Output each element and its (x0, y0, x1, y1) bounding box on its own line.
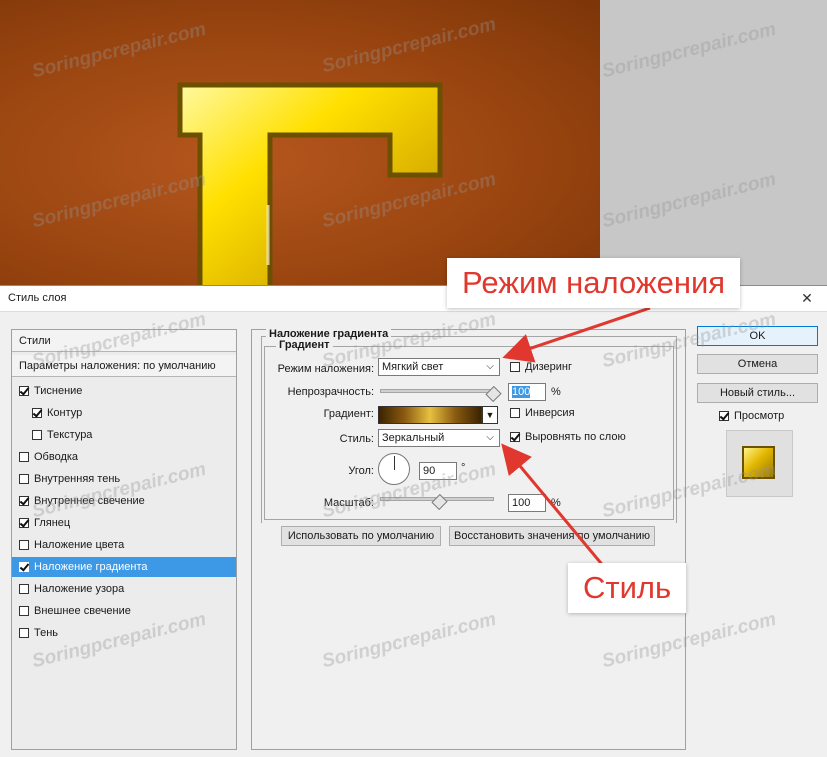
style-item[interactable]: Обводка (12, 447, 236, 467)
preview-label: Просмотр (734, 410, 785, 422)
style-item-checkbox[interactable] (19, 584, 29, 594)
style-item-label: Тень (34, 627, 59, 639)
blend-mode-label: Режим наложения: (277, 363, 374, 375)
blend-mode-callout: Режим наложения (447, 258, 741, 308)
styles-list: Стили Параметры наложения: по умолчанию … (11, 329, 237, 750)
opacity-unit: % (551, 386, 561, 398)
style-item[interactable]: Тиснение (12, 381, 236, 401)
gradient-swatch[interactable] (378, 406, 482, 424)
cancel-button[interactable]: Отмена (697, 354, 818, 374)
style-item-checkbox[interactable] (19, 474, 29, 484)
gold-letter-image (177, 82, 443, 290)
dither-checkbox[interactable]: Дизеринг (510, 361, 572, 373)
align-check[interactable] (510, 432, 520, 442)
style-item[interactable]: Наложение узора (12, 579, 236, 599)
style-item-checkbox[interactable] (19, 628, 29, 638)
style-item-checkbox[interactable] (19, 496, 29, 506)
gradient-picker-icon[interactable]: ▼ (482, 406, 498, 424)
style-select[interactable]: Зеркальный ⌵ (378, 429, 500, 447)
style-item-checkbox[interactable] (19, 606, 29, 616)
style-item-checkbox[interactable] (19, 518, 29, 528)
style-item-label: Наложение градиента (34, 561, 148, 573)
style-item-label: Контур (47, 407, 83, 419)
style-item-checkbox[interactable] (32, 408, 42, 418)
style-item-label: Наложение узора (34, 583, 125, 595)
style-item-checkbox[interactable] (19, 540, 29, 550)
style-item[interactable]: Наложение градиента (12, 557, 236, 577)
preview-checkbox[interactable]: Просмотр (719, 410, 784, 422)
style-label: Стиль: (339, 433, 374, 445)
style-item-checkbox[interactable] (19, 562, 29, 572)
style-item-label: Тиснение (34, 385, 83, 397)
group-title: Градиент (276, 339, 333, 351)
align-with-layer-checkbox[interactable]: Выровнять по слою (510, 431, 626, 443)
reset-default-button[interactable]: Восстановить значения по умолчанию (449, 526, 655, 546)
document-canvas (0, 0, 600, 290)
style-item[interactable]: Внешнее свечение (12, 601, 236, 621)
style-item-label: Внутренняя тень (34, 473, 121, 485)
style-callout: Стиль (568, 563, 687, 613)
dither-check[interactable] (510, 362, 520, 372)
reverse-label: Инверсия (525, 407, 575, 419)
scale-unit: % (551, 497, 561, 509)
style-item-checkbox[interactable] (19, 452, 29, 462)
style-item[interactable]: Глянец (12, 513, 236, 533)
new-style-button[interactable]: Новый стиль... (697, 383, 818, 403)
style-item[interactable]: Внутренняя тень (12, 469, 236, 489)
reverse-check[interactable] (510, 408, 520, 418)
style-item-label: Внутреннее свечение (34, 495, 145, 507)
scale-input[interactable]: 100 (508, 494, 546, 512)
style-item-checkbox[interactable] (32, 430, 42, 440)
style-item-label: Внешнее свечение (34, 605, 131, 617)
style-item-label: Текстура (47, 429, 93, 441)
reverse-checkbox[interactable]: Инверсия (510, 407, 575, 419)
blend-mode-select[interactable]: Мягкий свет ⌵ (378, 358, 500, 376)
chevron-down-icon: ⌵ (486, 432, 494, 443)
blend-options-item[interactable]: Параметры наложения: по умолчанию (12, 355, 236, 377)
style-item-checkbox[interactable] (19, 386, 29, 396)
style-item[interactable]: Текстура (12, 425, 236, 445)
dialog-title: Стиль слоя (8, 292, 67, 304)
styles-header[interactable]: Стили (12, 330, 236, 352)
preview-tile (742, 446, 775, 479)
chevron-down-icon: ⌵ (486, 361, 494, 372)
style-value: Зеркальный (382, 432, 445, 444)
style-item-label: Обводка (34, 451, 79, 463)
scale-label: Масштаб: (323, 497, 374, 509)
gradient-label: Градиент: (323, 408, 374, 420)
preview-check[interactable] (719, 411, 729, 421)
opacity-label: Непрозрачность: (287, 386, 374, 398)
style-preview-thumbnail (726, 430, 793, 497)
style-item[interactable]: Внутреннее свечение (12, 491, 236, 511)
angle-label: Угол: (348, 465, 374, 477)
style-item-label: Наложение цвета (34, 539, 125, 551)
angle-input[interactable]: 90 (419, 462, 457, 480)
style-item[interactable]: Тень (12, 623, 236, 643)
opacity-input[interactable]: 100 (508, 383, 546, 401)
angle-dial[interactable] (378, 453, 410, 485)
make-default-button[interactable]: Использовать по умолчанию (281, 526, 441, 546)
dither-label: Дизеринг (525, 361, 572, 373)
ok-button[interactable]: OK (697, 326, 818, 346)
style-item[interactable]: Контур (12, 403, 236, 423)
canvas-background-area (600, 0, 827, 290)
angle-unit: ° (461, 462, 466, 474)
blend-mode-value: Мягкий свет (382, 361, 444, 373)
style-item[interactable]: Наложение цвета (12, 535, 236, 555)
align-label: Выровнять по слою (525, 431, 626, 443)
style-item-label: Глянец (34, 517, 71, 529)
close-icon[interactable]: ✕ (787, 286, 827, 311)
opacity-slider[interactable] (380, 389, 494, 393)
